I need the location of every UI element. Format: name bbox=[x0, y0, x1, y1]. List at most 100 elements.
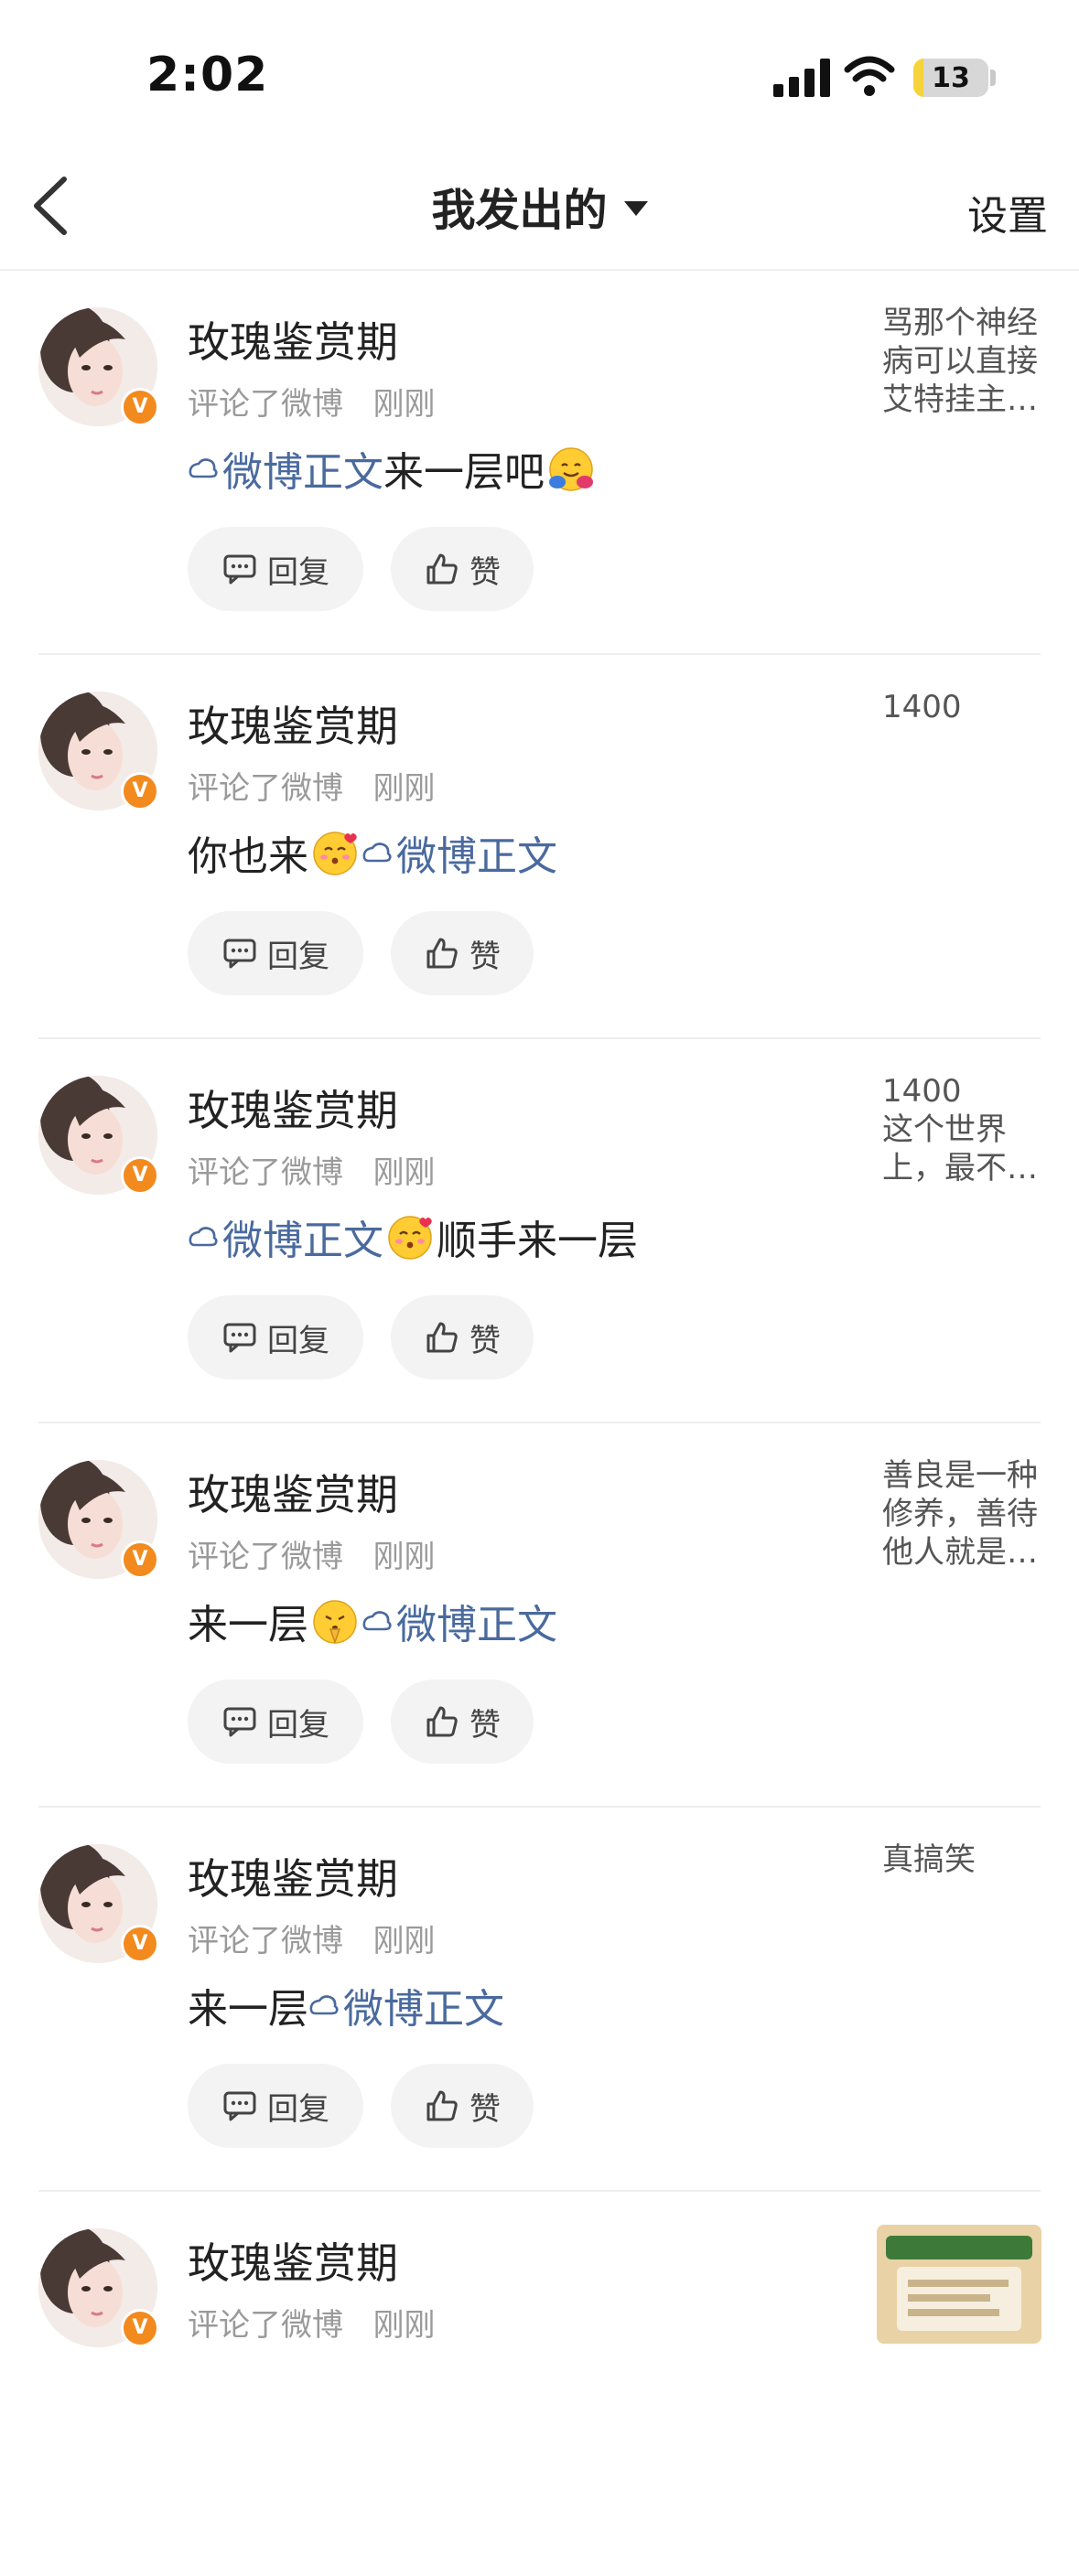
reply-button[interactable]: 回复 bbox=[188, 1295, 363, 1379]
reply-button[interactable]: 回复 bbox=[188, 911, 363, 995]
hug-face-emoji-icon bbox=[549, 447, 593, 491]
preview-line: 1400 bbox=[882, 689, 962, 725]
comment-item[interactable]: V 玫瑰鉴赏期 评论了微博 刚刚 你也来 微博正文 回复 赞 1400 bbox=[0, 655, 1079, 1039]
weibo-post-link-label: 微博正文 bbox=[222, 1218, 383, 1264]
comment-text: 来一层 微博正文 bbox=[188, 1976, 504, 2034]
verified-badge-icon: V bbox=[121, 772, 159, 810]
comment-meta: 评论了微博 刚刚 bbox=[188, 1147, 435, 1192]
reply-comment-icon bbox=[223, 1707, 256, 1737]
original-post-thumbnail[interactable] bbox=[877, 2225, 1041, 2344]
battery-percent: 13 bbox=[932, 62, 970, 94]
comment-actions: 回复 赞 bbox=[188, 527, 534, 611]
weibo-post-link[interactable]: 微博正文 bbox=[308, 1976, 504, 2034]
comment-actions: 回复 赞 bbox=[188, 1680, 534, 1764]
comment-item[interactable]: V 玫瑰鉴赏期 评论了微博 刚刚 来一层 微博正文 回复 赞 善良是一种修养，善… bbox=[0, 1423, 1079, 1808]
reply-comment-icon bbox=[223, 554, 256, 585]
original-post-preview[interactable]: 骂那个神经病可以直接艾特挂主… bbox=[882, 304, 1047, 419]
verified-badge-icon: V bbox=[121, 1156, 159, 1195]
heart-kiss-face-emoji-icon bbox=[388, 1216, 432, 1260]
reply-button[interactable]: 回复 bbox=[188, 527, 363, 611]
thumbs-up-icon bbox=[426, 1322, 458, 1353]
reply-label: 回复 bbox=[267, 1706, 329, 1744]
weibo-post-link[interactable]: 微博正文 bbox=[361, 1592, 557, 1650]
verified-badge-icon: V bbox=[121, 1540, 159, 1579]
reply-comment-icon bbox=[223, 2091, 256, 2121]
preview-line: 1400 bbox=[882, 1073, 962, 1110]
comment-text: 你也来 微博正文 bbox=[188, 823, 557, 882]
like-label: 赞 bbox=[469, 2090, 501, 2128]
username[interactable]: 玫瑰鉴赏期 bbox=[188, 2230, 398, 2291]
meta-action: 评论了微博 bbox=[188, 1923, 343, 1959]
reply-button[interactable]: 回复 bbox=[188, 1680, 363, 1764]
meta-action: 评论了微博 bbox=[188, 2307, 343, 2344]
meta-action: 评论了微博 bbox=[188, 1154, 343, 1191]
comment-item[interactable]: V 玫瑰鉴赏期 评论了微博 刚刚 来一层 微博正文 回复 赞 真搞笑 bbox=[0, 1808, 1079, 2192]
comment-text-part: 你也来 bbox=[188, 833, 308, 880]
verified-badge-icon: V bbox=[121, 1925, 159, 1963]
username[interactable]: 玫瑰鉴赏期 bbox=[188, 1462, 398, 1522]
status-time: 2:02 bbox=[146, 48, 269, 102]
status-bar: 2:02 13 bbox=[0, 0, 1079, 137]
meta-action: 评论了微博 bbox=[188, 770, 343, 807]
preview-line: 真搞笑 bbox=[882, 1841, 976, 1878]
wifi-icon bbox=[844, 56, 895, 96]
comment-item[interactable]: V 玫瑰鉴赏期 评论了微博 刚刚 bbox=[0, 2192, 1079, 2576]
nav-bar: 我发出的 设置 bbox=[0, 137, 1079, 271]
thumbs-up-icon bbox=[426, 553, 458, 585]
username[interactable]: 玫瑰鉴赏期 bbox=[188, 1846, 398, 1906]
preview-line: 善良是一种修养，善待他人就是… bbox=[882, 1457, 1038, 1571]
thumbs-up-icon bbox=[426, 1706, 458, 1737]
username[interactable]: 玫瑰鉴赏期 bbox=[188, 1078, 398, 1138]
comment-meta: 评论了微博 刚刚 bbox=[188, 1916, 435, 1960]
reply-comment-icon bbox=[223, 939, 256, 969]
like-button[interactable]: 赞 bbox=[391, 911, 534, 995]
meta-action: 评论了微博 bbox=[188, 386, 343, 423]
reply-label: 回复 bbox=[267, 553, 329, 591]
like-button[interactable]: 赞 bbox=[391, 527, 534, 611]
caret-down-icon bbox=[623, 201, 648, 216]
comment-meta: 评论了微博 刚刚 bbox=[188, 763, 435, 808]
comment-text: 微博正文 来一层吧 bbox=[188, 439, 598, 498]
weibo-link-icon bbox=[189, 1227, 218, 1247]
praying-face-emoji-icon bbox=[313, 1600, 357, 1645]
comment-meta: 评论了微博 刚刚 bbox=[188, 1531, 435, 1576]
like-button[interactable]: 赞 bbox=[391, 2064, 534, 2148]
comment-text-part: 来一层吧 bbox=[383, 449, 545, 496]
weibo-post-link[interactable]: 微博正文 bbox=[361, 823, 557, 882]
original-post-preview[interactable]: 1400 bbox=[882, 688, 1047, 726]
original-post-preview[interactable]: 善良是一种修养，善待他人就是… bbox=[882, 1456, 1047, 1572]
reply-button[interactable]: 回复 bbox=[188, 2064, 363, 2148]
page-title-dropdown[interactable]: 我发出的 bbox=[0, 174, 1079, 238]
original-post-preview[interactable]: 1400 这个世界上，最不… bbox=[882, 1072, 1047, 1187]
battery-icon: 13 bbox=[913, 59, 988, 97]
comment-text: 来一层 微博正文 bbox=[188, 1592, 557, 1650]
original-post-preview[interactable]: 真搞笑 bbox=[882, 1841, 1047, 1879]
reply-comment-icon bbox=[223, 1323, 256, 1353]
reply-label: 回复 bbox=[267, 938, 329, 975]
weibo-post-link[interactable]: 微博正文 bbox=[188, 439, 383, 498]
meta-time: 刚刚 bbox=[372, 386, 436, 423]
cellular-signal-icon bbox=[773, 59, 830, 97]
reply-label: 回复 bbox=[267, 2090, 329, 2128]
like-button[interactable]: 赞 bbox=[391, 1680, 534, 1764]
comment-meta: 评论了微博 刚刚 bbox=[188, 379, 435, 424]
comment-actions: 回复 赞 bbox=[188, 1295, 534, 1379]
username[interactable]: 玫瑰鉴赏期 bbox=[188, 693, 398, 754]
settings-button[interactable]: 设置 bbox=[967, 183, 1048, 242]
comment-item[interactable]: V 玫瑰鉴赏期 评论了微博 刚刚 微博正文 顺手来一层 回复 赞 1400 这个… bbox=[0, 1039, 1079, 1423]
thumbs-up-icon bbox=[426, 938, 458, 969]
like-button[interactable]: 赞 bbox=[391, 1295, 534, 1379]
comment-item[interactable]: V 玫瑰鉴赏期 评论了微博 刚刚 微博正文 来一层吧 回复 赞 骂那个神经病可以… bbox=[0, 271, 1079, 655]
weibo-link-icon bbox=[309, 1995, 339, 2015]
username[interactable]: 玫瑰鉴赏期 bbox=[188, 309, 398, 370]
page-title: 我发出的 bbox=[431, 185, 608, 236]
weibo-link-icon bbox=[362, 843, 392, 863]
meta-time: 刚刚 bbox=[372, 1154, 436, 1191]
meta-time: 刚刚 bbox=[372, 770, 436, 807]
weibo-post-link[interactable]: 微博正文 bbox=[188, 1208, 383, 1266]
meta-time: 刚刚 bbox=[372, 1539, 436, 1575]
battery-cap bbox=[990, 70, 996, 86]
comment-feed: V 玫瑰鉴赏期 评论了微博 刚刚 微博正文 来一层吧 回复 赞 骂那个神经病可以… bbox=[0, 271, 1079, 2576]
weibo-post-link-label: 微博正文 bbox=[222, 449, 383, 496]
weibo-post-link-label: 微博正文 bbox=[396, 1602, 557, 1648]
